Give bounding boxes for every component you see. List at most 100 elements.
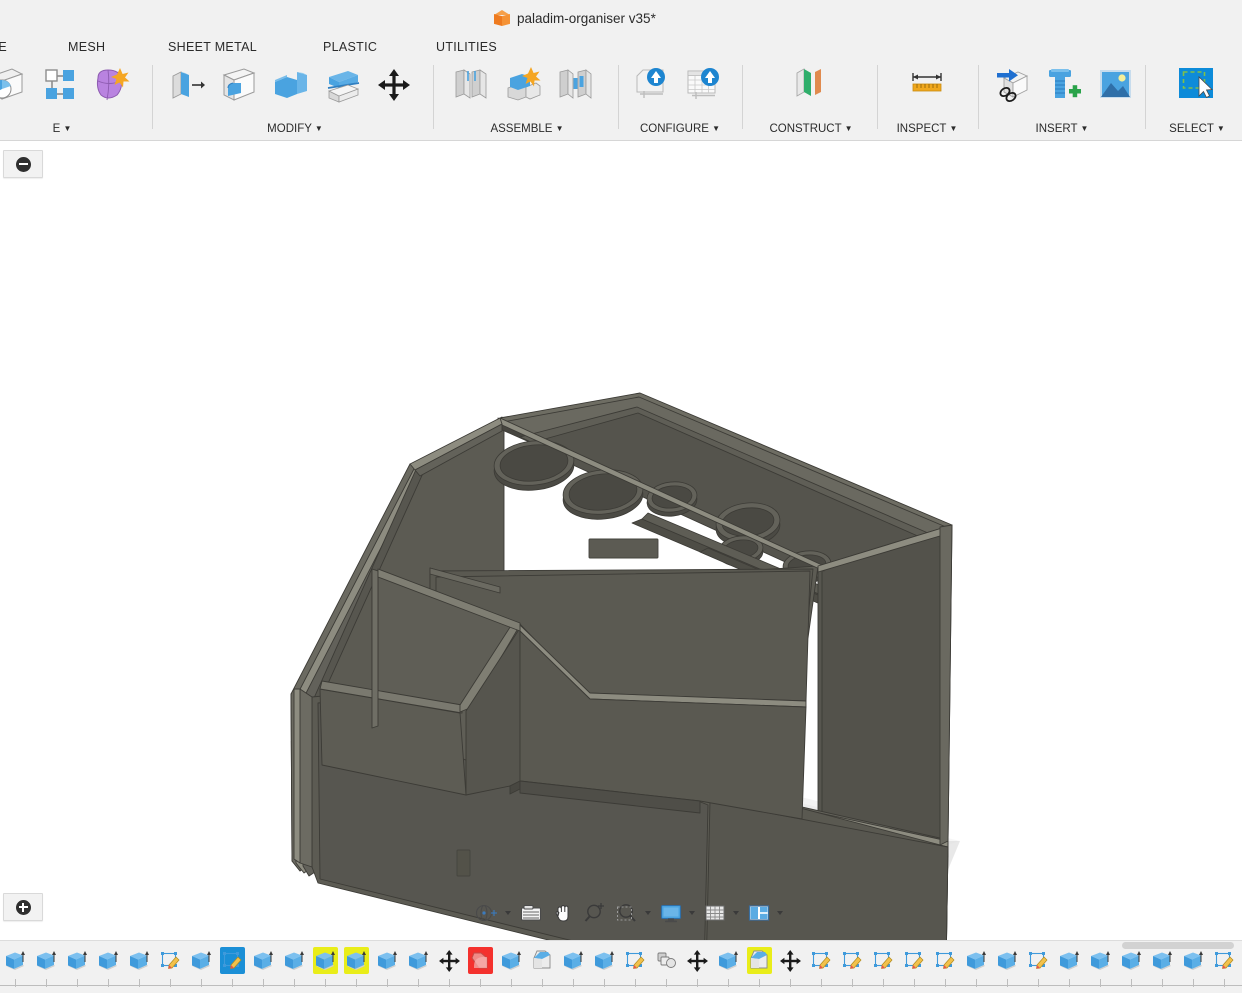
ribbon-tab-plastic[interactable]: PLASTIC xyxy=(320,39,380,55)
shell-icon[interactable] xyxy=(269,64,311,106)
timeline-feature-sketch[interactable] xyxy=(930,947,961,987)
display-settings-button[interactable] xyxy=(655,899,687,927)
ribbon-panel-construct-label[interactable]: CONSTRUCT ▼ xyxy=(748,123,874,135)
viewports-button[interactable] xyxy=(743,899,775,927)
timeline-feature-extrude[interactable] xyxy=(558,947,589,987)
timeline-feature-sketch[interactable] xyxy=(1023,947,1054,987)
ribbon-panel-select-label[interactable]: SELECT ▼ xyxy=(1152,123,1242,135)
timeline-feature-extrude[interactable] xyxy=(31,947,62,987)
timeline-tick xyxy=(542,979,543,987)
timeline-feature-sketch[interactable] xyxy=(899,947,930,987)
insert-canvas-icon[interactable] xyxy=(1094,64,1136,106)
timeline-feature-extrude[interactable] xyxy=(496,947,527,987)
orbit-button[interactable] xyxy=(471,899,503,927)
extrude-icon xyxy=(1182,949,1205,973)
viewports-caret-icon[interactable] xyxy=(777,911,783,915)
create-sketch-icon[interactable] xyxy=(0,64,28,106)
pan-button[interactable] xyxy=(547,899,579,927)
zoom-button[interactable] xyxy=(579,899,611,927)
ribbon-panel-inspect-label[interactable]: INSPECT ▼ xyxy=(883,123,971,135)
timeline-feature-chamfer[interactable] xyxy=(744,947,775,987)
extrude-icon xyxy=(965,949,988,973)
timeline-feature-extrude[interactable] xyxy=(124,947,155,987)
timeline-feature-chamfer[interactable] xyxy=(527,947,558,987)
expand-comments-button[interactable] xyxy=(3,893,43,921)
measure-icon[interactable] xyxy=(906,64,948,106)
select-window-icon[interactable] xyxy=(1175,64,1217,106)
timeline-feature-move[interactable] xyxy=(434,947,465,987)
extrude-icon xyxy=(66,949,89,973)
ribbon-tab-sheet-metal[interactable]: SHEET METAL xyxy=(165,39,260,55)
display-settings-caret-icon[interactable] xyxy=(689,911,695,915)
timeline-feature-extrude[interactable] xyxy=(248,947,279,987)
timeline-feature-extrude[interactable] xyxy=(1054,947,1085,987)
press-pull-icon[interactable] xyxy=(165,64,207,106)
timeline-feature-extrude[interactable] xyxy=(589,947,620,987)
split-face-icon[interactable] xyxy=(321,64,363,106)
timeline-tick xyxy=(666,979,667,987)
timeline-feature-sketch[interactable] xyxy=(837,947,868,987)
timeline-feature-sketch[interactable] xyxy=(806,947,837,987)
timeline-feature-sketch[interactable] xyxy=(620,947,651,987)
sketch-icon xyxy=(159,949,182,973)
timeline-feature-extrude[interactable] xyxy=(341,947,372,987)
ribbon-tab-surface[interactable]: CE xyxy=(0,39,10,55)
collapse-browser-button[interactable] xyxy=(3,150,43,178)
insert-derive-icon[interactable] xyxy=(990,64,1032,106)
timeline-feature-extrude[interactable] xyxy=(186,947,217,987)
new-component-icon[interactable] xyxy=(450,64,492,106)
timeline-feature-extrude[interactable] xyxy=(1116,947,1147,987)
timeline-tick xyxy=(170,979,171,987)
timeline-feature-extrude[interactable] xyxy=(961,947,992,987)
timeline-feature-combine[interactable] xyxy=(651,947,682,987)
3d-viewport-canvas[interactable] xyxy=(0,141,1242,940)
pattern-icon[interactable] xyxy=(38,64,80,106)
zoom-window-button[interactable] xyxy=(611,899,643,927)
timeline-feature-extrude[interactable] xyxy=(93,947,124,987)
timeline-feature-extrude[interactable] xyxy=(1178,947,1209,987)
ribbon-panel-assemble-label[interactable]: ASSEMBLE ▼ xyxy=(442,123,612,135)
timeline-feature-fillet[interactable] xyxy=(465,947,496,987)
timeline-feature-extrude[interactable] xyxy=(62,947,93,987)
document-tab[interactable]: paladim-organiser v35* xyxy=(482,3,668,34)
timeline-feature-extrude[interactable] xyxy=(1085,947,1116,987)
ribbon-tab-utilities[interactable]: UTILITIES xyxy=(433,39,500,55)
timeline-feature-sketch[interactable] xyxy=(217,947,248,987)
timeline-feature-sketch[interactable] xyxy=(155,947,186,987)
timeline-feature-extrude[interactable] xyxy=(310,947,341,987)
timeline[interactable] xyxy=(0,940,1242,993)
ribbon-tab-mesh[interactable]: MESH xyxy=(65,39,108,55)
orbit-caret-icon[interactable] xyxy=(505,911,511,915)
grid-snaps-button[interactable] xyxy=(699,899,731,927)
timeline-feature-move[interactable] xyxy=(775,947,806,987)
timeline-feature-extrude[interactable] xyxy=(279,947,310,987)
insert-mcmaster-icon[interactable] xyxy=(1042,64,1084,106)
offset-plane-icon[interactable] xyxy=(788,64,830,106)
ribbon-panel-configure-label[interactable]: CONFIGURE ▼ xyxy=(625,123,735,135)
ribbon-panel-create-label[interactable]: E ▼ xyxy=(0,123,150,135)
move-copy-icon[interactable] xyxy=(373,64,415,106)
ribbon-panel-modify-label[interactable]: MODIFY ▼ xyxy=(160,123,430,135)
zoom-window-caret-icon[interactable] xyxy=(645,911,651,915)
rigid-group-icon[interactable] xyxy=(554,64,596,106)
form-create-icon[interactable] xyxy=(90,64,132,106)
chamfer-icon xyxy=(531,949,554,973)
sketch-icon xyxy=(221,949,244,973)
ribbon-panel-insert-label[interactable]: INSERT ▼ xyxy=(984,123,1140,135)
timeline-feature-extrude[interactable] xyxy=(992,947,1023,987)
create-configuration-icon[interactable] xyxy=(629,64,671,106)
timeline-feature-extrude[interactable] xyxy=(403,947,434,987)
extrude-icon xyxy=(500,949,523,973)
look-at-button[interactable] xyxy=(515,899,547,927)
timeline-feature-move[interactable] xyxy=(682,947,713,987)
grid-snaps-caret-icon[interactable] xyxy=(733,911,739,915)
timeline-feature-extrude[interactable] xyxy=(1147,947,1178,987)
joint-icon[interactable] xyxy=(502,64,544,106)
fillet-icon[interactable] xyxy=(217,64,259,106)
timeline-feature-extrude[interactable] xyxy=(0,947,31,987)
timeline-feature-extrude[interactable] xyxy=(713,947,744,987)
configuration-table-icon[interactable] xyxy=(681,64,723,106)
timeline-feature-sketch[interactable] xyxy=(868,947,899,987)
timeline-feature-sketch[interactable] xyxy=(1209,947,1240,987)
timeline-feature-extrude[interactable] xyxy=(372,947,403,987)
